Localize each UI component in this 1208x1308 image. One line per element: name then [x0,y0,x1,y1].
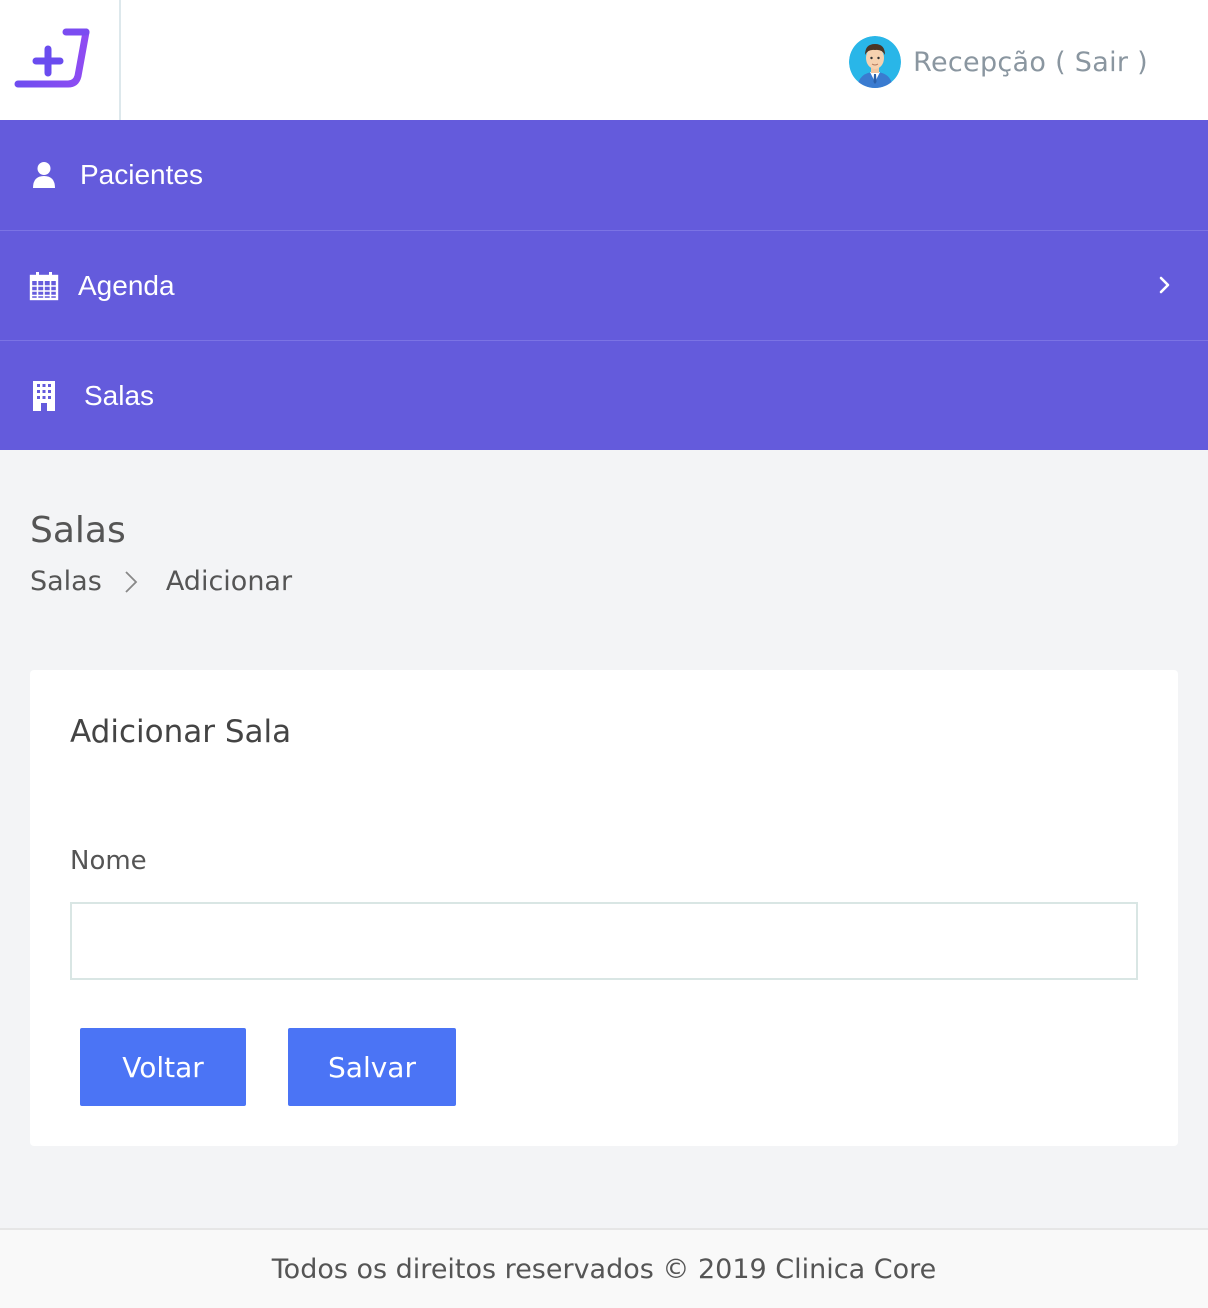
user-icon [28,159,60,191]
avatar [849,36,902,88]
nav-label-salas: Salas [84,379,155,411]
add-room-card: Adicionar Sala Nome Voltar Salvar [30,670,1178,1146]
top-bar: Recepção ( Sair ) [0,0,1208,120]
breadcrumb-current: Adicionar [165,566,293,597]
page-title: Salas [30,510,126,551]
user-menu[interactable]: Recepção ( Sair ) [849,34,1148,90]
calendar-icon [28,270,60,302]
footer-copyright: Todos os direitos reservados © 2019 Clin… [271,1253,937,1285]
user-avatar-icon [849,36,902,88]
plus-bracket-logo-icon [14,28,90,88]
card-title: Adicionar Sala [70,714,292,750]
save-button[interactable]: Salvar [288,1028,456,1106]
user-logout-link[interactable]: Recepção ( Sair ) [913,47,1148,78]
nav-item-agenda[interactable]: Agenda [0,230,1208,340]
logo[interactable] [0,0,121,120]
main-nav: Pacientes Agenda Salas [0,120,1208,450]
name-field-label: Nome [70,846,147,876]
name-field[interactable] [70,902,1138,980]
nav-label-agenda: Agenda [78,269,175,301]
chevron-right-icon [1158,270,1172,302]
breadcrumb-link-salas[interactable]: Salas [30,566,102,597]
nav-item-salas[interactable]: Salas [0,340,1208,450]
nav-item-pacientes[interactable]: Pacientes [0,120,1208,230]
breadcrumb: Salas Adicionar [30,566,292,597]
chevron-right-icon [124,570,138,594]
back-button[interactable]: Voltar [80,1028,246,1106]
footer: Todos os direitos reservados © 2019 Clin… [0,1228,1208,1308]
nav-label-pacientes: Pacientes [80,159,203,190]
building-icon [28,380,60,412]
